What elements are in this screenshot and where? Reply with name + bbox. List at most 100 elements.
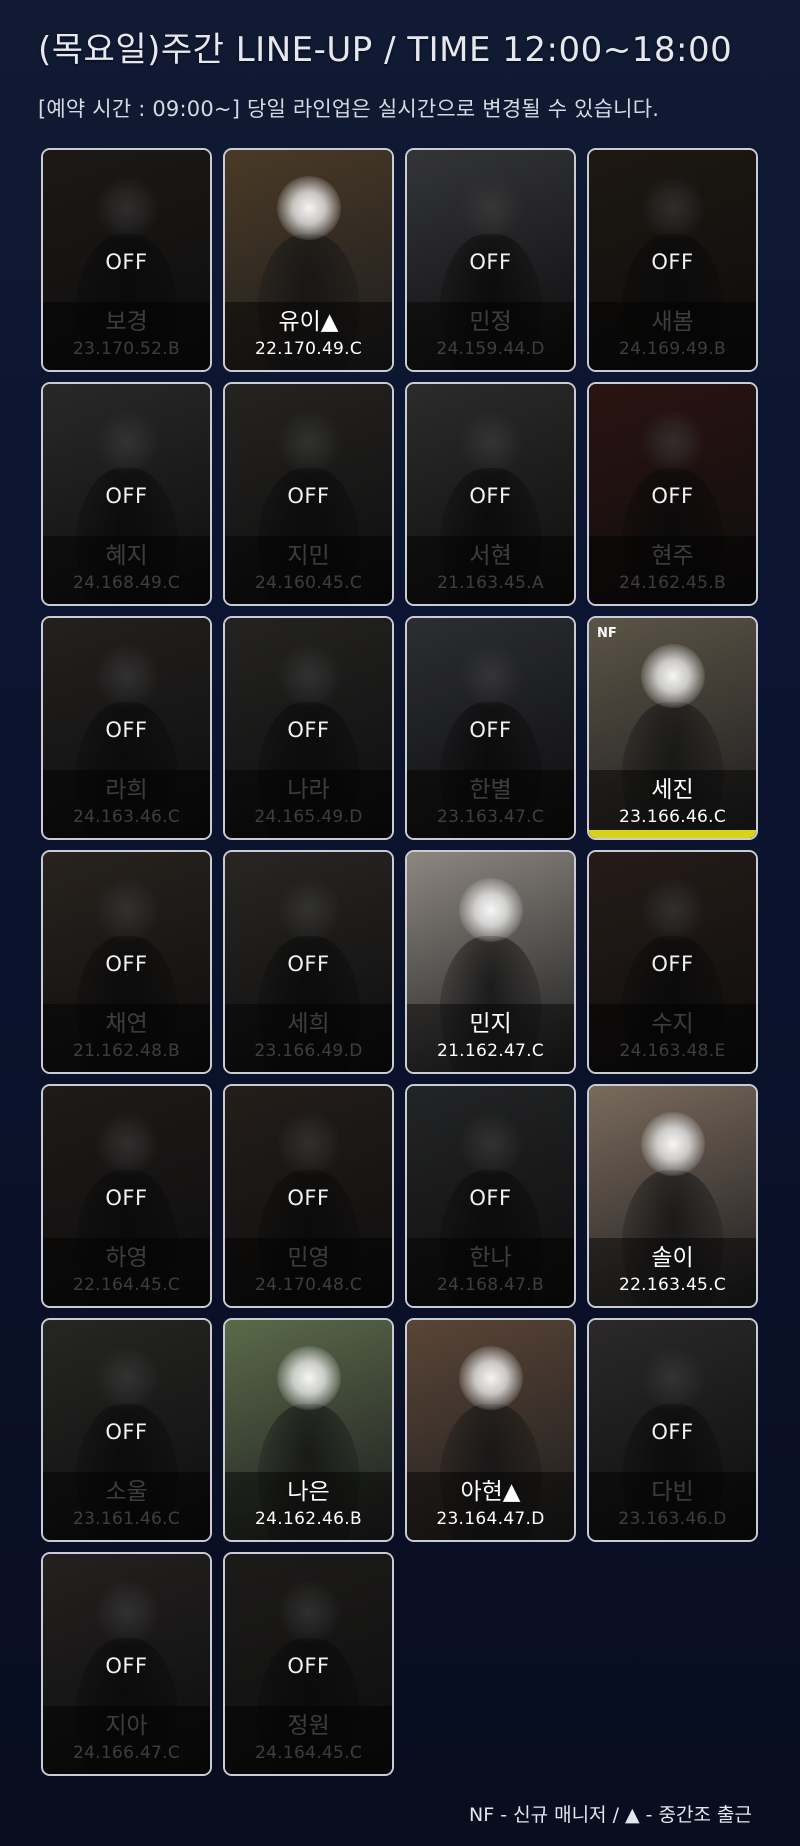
profile-stats: 22.163.45.C — [618, 1275, 727, 1295]
profile-card[interactable]: OFF 지아 24.166.47.C — [41, 1552, 212, 1776]
profile-name: 민영 — [287, 1245, 330, 1271]
profile-card[interactable]: OFF 하영 22.164.45.C — [41, 1084, 212, 1308]
card-caption: 민정 24.159.44.D — [407, 302, 574, 370]
card-caption: 하영 22.164.45.C — [43, 1238, 210, 1306]
card-caption: 새봄 24.169.49.B — [589, 302, 756, 370]
profile-card[interactable]: OFF 민정 24.159.44.D — [405, 148, 576, 372]
profile-name: 솔이 — [651, 1245, 694, 1271]
profile-card[interactable]: OFF 한나 24.168.47.B — [405, 1084, 576, 1308]
profile-stats: 24.163.48.E — [619, 1041, 726, 1061]
profile-name: 나라 — [287, 777, 330, 803]
profile-card[interactable]: 민지 21.162.47.C — [405, 850, 576, 1074]
profile-stats: 21.163.45.A — [437, 573, 544, 593]
profile-name: 보경 — [105, 309, 148, 335]
profile-stats: 21.162.48.B — [73, 1041, 180, 1061]
off-label: OFF — [105, 1420, 148, 1444]
card-caption: 민영 24.170.48.C — [225, 1238, 392, 1306]
card-caption: 소울 23.161.46.C — [43, 1472, 210, 1540]
profile-stats: 24.170.48.C — [254, 1275, 363, 1295]
profile-card[interactable]: OFF 한별 23.163.47.C — [405, 616, 576, 840]
profile-stats: 24.165.49.D — [254, 807, 363, 827]
card-caption: 나라 24.165.49.D — [225, 770, 392, 838]
off-label: OFF — [287, 484, 330, 508]
face-blur — [276, 1346, 341, 1411]
profile-card[interactable]: OFF 지민 24.160.45.C — [223, 382, 394, 606]
profile-card[interactable]: NF 세진 23.166.46.C — [587, 616, 758, 840]
page-subtitle: [예약 시간 : 09:00~] 당일 라인업은 실시간으로 변경될 수 있습니… — [38, 97, 660, 121]
profile-name: 세희 — [287, 1011, 330, 1037]
face-blur — [458, 1346, 523, 1411]
profile-card[interactable]: OFF 세희 23.166.49.D — [223, 850, 394, 1074]
profile-card[interactable]: OFF 정원 24.164.45.C — [223, 1552, 394, 1776]
profile-name: 라희 — [105, 777, 148, 803]
profile-stats: 21.162.47.C — [436, 1041, 545, 1061]
off-label: OFF — [651, 1420, 694, 1444]
profile-stats: 22.170.49.C — [254, 339, 363, 359]
off-label: OFF — [287, 1654, 330, 1678]
profile-card[interactable]: OFF 서현 21.163.45.A — [405, 382, 576, 606]
off-label: OFF — [105, 250, 148, 274]
profile-name: 혜지 — [105, 543, 148, 569]
profile-name: 다빈 — [651, 1479, 694, 1505]
card-caption: 보경 23.170.52.B — [43, 302, 210, 370]
profile-name: 수지 — [651, 1011, 694, 1037]
card-caption: 세희 23.166.49.D — [225, 1004, 392, 1072]
profile-card[interactable]: OFF 채연 21.162.48.B — [41, 850, 212, 1074]
card-caption: 정원 24.164.45.C — [225, 1706, 392, 1774]
card-caption: 채연 21.162.48.B — [43, 1004, 210, 1072]
card-caption: 혜지 24.168.49.C — [43, 536, 210, 604]
off-label: OFF — [469, 718, 512, 742]
profile-name: 유이▲ — [278, 309, 339, 335]
off-label: OFF — [105, 1654, 148, 1678]
profile-stats: 23.163.46.D — [618, 1509, 727, 1529]
off-label: OFF — [105, 484, 148, 508]
profile-card[interactable]: OFF 현주 24.162.45.B — [587, 382, 758, 606]
profile-card[interactable]: OFF 보경 23.170.52.B — [41, 148, 212, 372]
profile-name: 세진 — [651, 777, 694, 803]
profile-card[interactable]: 솔이 22.163.45.C — [587, 1084, 758, 1308]
new-manager-tag: NF — [597, 626, 617, 641]
card-caption: 라희 24.163.46.C — [43, 770, 210, 838]
card-caption: 한나 24.168.47.B — [407, 1238, 574, 1306]
legend-footer: NF - 신규 매니저 / ▲ - 중간조 출근 — [469, 1804, 752, 1826]
profile-name: 정원 — [287, 1713, 330, 1739]
profile-card[interactable]: OFF 민영 24.170.48.C — [223, 1084, 394, 1308]
off-label: OFF — [287, 952, 330, 976]
profile-name: 하영 — [105, 1245, 148, 1271]
profile-card[interactable]: 나은 24.162.46.B — [223, 1318, 394, 1542]
profile-stats: 23.166.46.C — [618, 807, 727, 827]
face-blur — [458, 878, 523, 943]
profile-stats: 23.170.52.B — [73, 339, 180, 359]
profile-name: 민지 — [469, 1011, 512, 1037]
profile-card[interactable]: 아현▲ 23.164.47.D — [405, 1318, 576, 1542]
face-blur — [640, 644, 705, 709]
profile-card[interactable]: 유이▲ 22.170.49.C — [223, 148, 394, 372]
profile-stats: 24.163.46.C — [72, 807, 181, 827]
profile-card[interactable]: OFF 새봄 24.169.49.B — [587, 148, 758, 372]
profile-card[interactable]: OFF 혜지 24.168.49.C — [41, 382, 212, 606]
off-label: OFF — [287, 718, 330, 742]
lineup-grid: OFF 보경 23.170.52.B 유이▲ 22.170.49.C OFF 민정 24.15… — [41, 148, 758, 1776]
profile-card[interactable]: OFF 수지 24.163.48.E — [587, 850, 758, 1074]
profile-name: 아현▲ — [460, 1479, 521, 1505]
profile-name: 지민 — [287, 543, 330, 569]
card-caption: 수지 24.163.48.E — [589, 1004, 756, 1072]
profile-card[interactable]: OFF 소울 23.161.46.C — [41, 1318, 212, 1542]
card-caption: 민지 21.162.47.C — [407, 1004, 574, 1072]
off-label: OFF — [469, 250, 512, 274]
off-label: OFF — [105, 1186, 148, 1210]
profile-card[interactable]: OFF 다빈 23.163.46.D — [587, 1318, 758, 1542]
profile-stats: 23.164.47.D — [436, 1509, 545, 1529]
profile-stats: 24.168.47.B — [437, 1275, 544, 1295]
card-caption: 솔이 22.163.45.C — [589, 1238, 756, 1306]
card-caption: 유이▲ 22.170.49.C — [225, 302, 392, 370]
profile-card[interactable]: OFF 라희 24.163.46.C — [41, 616, 212, 840]
profile-name: 한별 — [469, 777, 512, 803]
off-label: OFF — [287, 1186, 330, 1210]
profile-stats: 24.162.46.B — [255, 1509, 362, 1529]
profile-name: 소울 — [105, 1479, 148, 1505]
profile-card[interactable]: OFF 나라 24.165.49.D — [223, 616, 394, 840]
profile-name: 한나 — [469, 1245, 512, 1271]
profile-name: 민정 — [469, 309, 512, 335]
profile-stats: 24.164.45.C — [254, 1743, 363, 1763]
